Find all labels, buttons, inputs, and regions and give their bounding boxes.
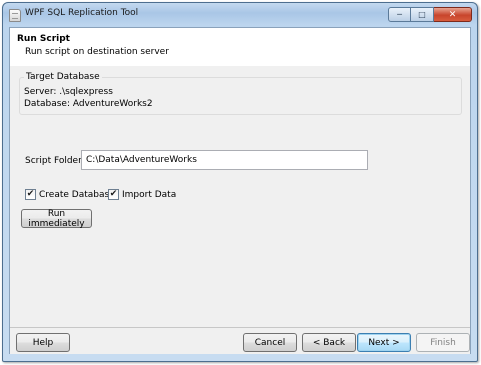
close-icon: ✕ — [448, 9, 457, 20]
maximize-button[interactable]: □ — [411, 7, 434, 22]
next-button[interactable]: Next > — [357, 333, 411, 352]
script-folder-label: Script Folder: — [25, 156, 85, 166]
create-database-label: Create Database — [39, 189, 115, 200]
app-window: WPF SQL Replication Tool ─ □ ✕ Run Scrip… — [2, 2, 478, 362]
title-bar[interactable]: WPF SQL Replication Tool ─ □ ✕ — [3, 3, 477, 27]
script-folder-input[interactable] — [81, 150, 368, 170]
cancel-button[interactable]: Cancel — [243, 333, 297, 352]
target-database-legend: Target Database — [24, 72, 102, 82]
run-immediately-button[interactable]: Run immediately — [21, 209, 92, 229]
maximize-icon: □ — [418, 10, 426, 19]
help-button[interactable]: Help — [16, 333, 70, 352]
close-button[interactable]: ✕ — [434, 7, 472, 22]
target-database-group: Target Database Server: .\sqlexpress Dat… — [19, 72, 462, 115]
wizard-header: Run Script Run script on destination ser… — [10, 28, 470, 67]
minimize-icon: ─ — [397, 10, 402, 19]
create-database-checkbox[interactable]: ✔ — [25, 189, 36, 200]
create-database-option[interactable]: ✔ Create Database — [25, 189, 115, 200]
minimize-button[interactable]: ─ — [388, 7, 411, 22]
back-button[interactable]: < Back — [302, 333, 356, 352]
wizard-client-area: Run Script Run script on destination ser… — [9, 27, 471, 354]
import-data-label: Import Data — [122, 189, 177, 200]
finish-button[interactable]: Finish — [416, 333, 470, 352]
database-info: Database: AdventureWorks2 — [24, 99, 153, 109]
page-title: Run Script — [17, 34, 70, 44]
import-data-option[interactable]: ✔ Import Data — [108, 189, 176, 200]
page-subtitle: Run script on destination server — [25, 47, 169, 57]
window-title: WPF SQL Replication Tool — [25, 8, 139, 18]
wizard-footer: Help Cancel < Back Next > Finish — [10, 327, 470, 354]
document-icon — [9, 9, 21, 22]
wizard-body: Target Database Server: .\sqlexpress Dat… — [10, 66, 470, 327]
server-info: Server: .\sqlexpress — [24, 87, 113, 97]
import-data-checkbox[interactable]: ✔ — [108, 189, 119, 200]
window-controls: ─ □ ✕ — [388, 7, 472, 22]
